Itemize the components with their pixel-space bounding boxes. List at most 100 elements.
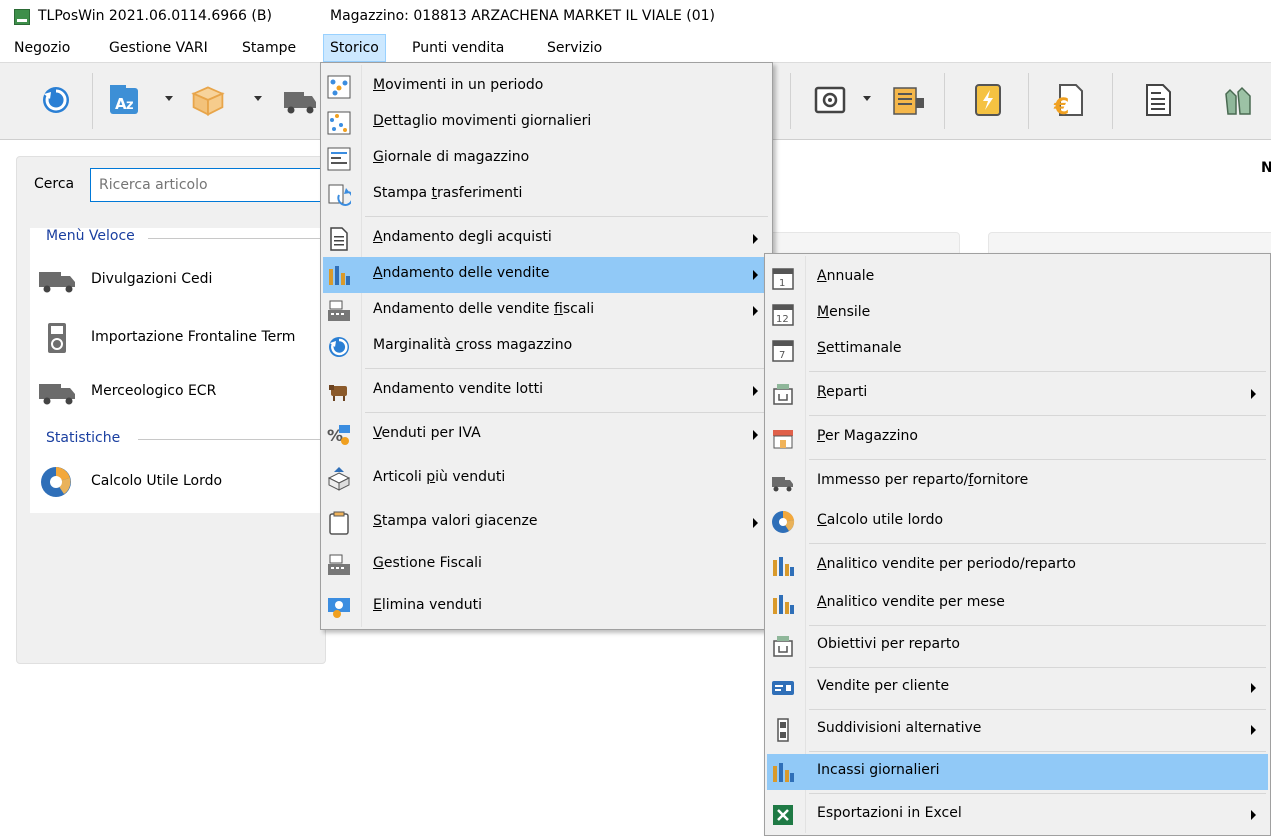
toolbar-separator — [1112, 73, 1113, 129]
menu-item-marginalita[interactable]: Marginalità cross magazzino — [323, 329, 770, 365]
submenu-item-per-magazzino[interactable]: Per Magazzino — [767, 420, 1268, 456]
menu-separator — [809, 415, 1266, 416]
gloves-icon[interactable] — [1220, 82, 1256, 118]
svg-text:7: 7 — [779, 350, 785, 361]
stats-title: Statistiche — [46, 430, 125, 446]
edge-heading: N — [1261, 160, 1271, 176]
cash-register-icon — [328, 554, 350, 575]
percent-icon: % — [327, 425, 350, 445]
store-title: Magazzino: 018813 ARZACHENA MARKET IL VI… — [330, 8, 715, 24]
delete-sales-icon — [328, 598, 350, 618]
menu-item-label: Vendite per cliente — [817, 678, 950, 694]
submenu-item-esportazioni-excel[interactable]: Esportazioni in Excel — [767, 797, 1268, 833]
submenu-item-incassi-giornalieri[interactable]: Incassi giornalieri — [767, 754, 1268, 790]
menu-item-label: Movimenti in un periodo — [373, 77, 544, 93]
refresh-icon[interactable] — [38, 82, 74, 118]
submenu-item-vendite-cliente[interactable]: Vendite per cliente — [767, 670, 1268, 706]
menu-servizio[interactable]: Servizio — [541, 34, 608, 62]
scatter-icon — [327, 75, 351, 99]
menu-item-label: Marginalità cross magazzino — [373, 337, 573, 353]
menu-punti-vendita[interactable]: Punti vendita — [406, 34, 510, 62]
menu-item-label: Settimanale — [817, 340, 902, 356]
menu-item-label: Obiettivi per reparto — [817, 636, 960, 652]
truck-icon — [39, 272, 75, 293]
box-icon[interactable] — [190, 82, 226, 118]
register-icon[interactable] — [890, 82, 926, 118]
menu-gestione-vari[interactable]: Gestione VARI — [103, 34, 214, 62]
store-icon — [773, 430, 793, 449]
submenu-item-immesso-reparto-fornitore[interactable]: Immesso per reparto/fornitore — [767, 464, 1268, 500]
bar-chart-icon — [773, 595, 794, 614]
search-input[interactable] — [90, 168, 340, 202]
submenu-item-obiettivi-reparto[interactable]: Obiettivi per reparto — [767, 628, 1268, 664]
euro-document-icon[interactable]: € — [1052, 82, 1088, 118]
refresh-icon — [329, 337, 349, 357]
submenu-item-settimanale[interactable]: 7 Settimanale — [767, 332, 1268, 368]
menu-item-vendite-fiscali[interactable]: Andamento delle vendite fiscali — [323, 293, 770, 329]
quick-item-importazione-frontaline[interactable]: Importazione Frontaline Term — [38, 320, 328, 356]
storico-menu: Movimenti in un periodo Dettaglio movime… — [320, 62, 773, 630]
menu-storico[interactable]: Storico — [323, 34, 386, 62]
quick-item-divulgazioni-cedi[interactable]: Divulgazioni Cedi — [38, 262, 328, 298]
menu-item-andamento-acquisti[interactable]: Andamento degli acquisti — [323, 221, 770, 257]
quick-item-merceologico-ecr[interactable]: Merceologico ECR — [38, 374, 328, 410]
safe-icon[interactable] — [812, 82, 848, 118]
quick-item-calcolo-utile-lordo[interactable]: Calcolo Utile Lordo — [38, 464, 328, 500]
menu-separator — [809, 667, 1266, 668]
quick-menu-divider — [148, 238, 326, 239]
toolbar-separator — [92, 73, 93, 129]
customer-card-icon — [772, 681, 794, 695]
menu-item-label: Andamento vendite lotti — [373, 381, 543, 397]
submenu-item-analitico-periodo-reparto[interactable]: Analitico vendite per periodo/reparto — [767, 548, 1268, 584]
journal-icon — [327, 147, 351, 171]
submenu-item-mensile[interactable]: 12 Mensile — [767, 296, 1268, 332]
quick-item-label: Divulgazioni Cedi — [91, 271, 213, 287]
document-icon[interactable] — [1140, 82, 1176, 118]
menu-item-gestione-fiscali[interactable]: Gestione Fiscali — [323, 547, 770, 583]
lightning-icon[interactable] — [970, 82, 1006, 118]
box-dropdown-arrow[interactable] — [254, 96, 262, 101]
menu-item-articoli-piu-venduti[interactable]: Articoli più venduti — [323, 461, 770, 497]
truck-icon — [772, 477, 793, 492]
menu-item-movimenti-periodo[interactable]: Movimenti in un periodo — [323, 69, 770, 105]
menu-item-venduti-iva[interactable]: % Venduti per IVA — [323, 417, 770, 453]
submenu-item-calcolo-utile-lordo[interactable]: Calcolo utile lordo — [767, 504, 1268, 540]
menu-item-label: Dettaglio movimenti giornalieri — [373, 113, 592, 129]
submenu-arrow-icon — [753, 430, 758, 440]
menu-item-stampa-trasferimenti[interactable]: Stampa trasferimenti — [323, 177, 770, 213]
submenu-item-analitico-mese[interactable]: Analitico vendite per mese — [767, 586, 1268, 622]
app-title: TLPosWin 2021.06.0114.6966 (B) — [38, 8, 272, 24]
menu-item-andamento-vendite[interactable]: Andamento delle vendite — [323, 257, 770, 293]
quick-item-label: Calcolo Utile Lordo — [91, 473, 223, 489]
submenu-item-suddivisioni-alternative[interactable]: Suddivisioni alternative — [767, 712, 1268, 748]
safe-dropdown-arrow[interactable] — [863, 96, 871, 101]
menu-item-label: Incassi giornalieri — [817, 762, 940, 778]
bar-chart-icon — [773, 763, 794, 782]
menu-item-elimina-venduti[interactable]: Elimina venduti — [323, 589, 770, 625]
menu-separator — [809, 625, 1266, 626]
sort-az-icon[interactable]: A z — [106, 82, 142, 118]
submenu-arrow-icon — [1251, 389, 1256, 399]
menu-item-giornale-magazzino[interactable]: Giornale di magazzino — [323, 141, 770, 177]
menu-item-label: Andamento degli acquisti — [373, 229, 552, 245]
menu-separator — [809, 543, 1266, 544]
toolbar-separator — [944, 73, 945, 129]
quick-item-label: Importazione Frontaline Term — [91, 329, 296, 345]
menu-item-label: Immesso per reparto/fornitore — [817, 472, 1029, 488]
menu-item-label: Andamento delle vendite — [373, 265, 550, 281]
menu-item-stampa-valori-giacenze[interactable]: Stampa valori giacenze — [323, 505, 770, 541]
sort-dropdown-arrow[interactable] — [165, 96, 173, 101]
menu-negozio[interactable]: Negozio — [8, 34, 76, 62]
submenu-item-annuale[interactable]: 1 Annuale — [767, 260, 1268, 296]
menu-item-label: Reparti — [817, 384, 868, 400]
menu-item-label: Andamento delle vendite fiscali — [373, 301, 595, 317]
menu-stampe[interactable]: Stampe — [236, 34, 302, 62]
vendite-submenu: 1 Annuale 12 Mensile 7 Settimanale Repar… — [764, 253, 1271, 836]
menu-item-label: Stampa trasferimenti — [373, 185, 523, 201]
submenu-arrow-icon — [1251, 810, 1256, 820]
truck-icon[interactable] — [282, 82, 318, 118]
menu-item-dettaglio-movimenti[interactable]: Dettaglio movimenti giornalieri — [323, 105, 770, 141]
menu-item-vendite-lotti[interactable]: Andamento vendite lotti — [323, 373, 770, 409]
department-icon — [773, 384, 793, 405]
submenu-item-reparti[interactable]: Reparti — [767, 376, 1268, 412]
